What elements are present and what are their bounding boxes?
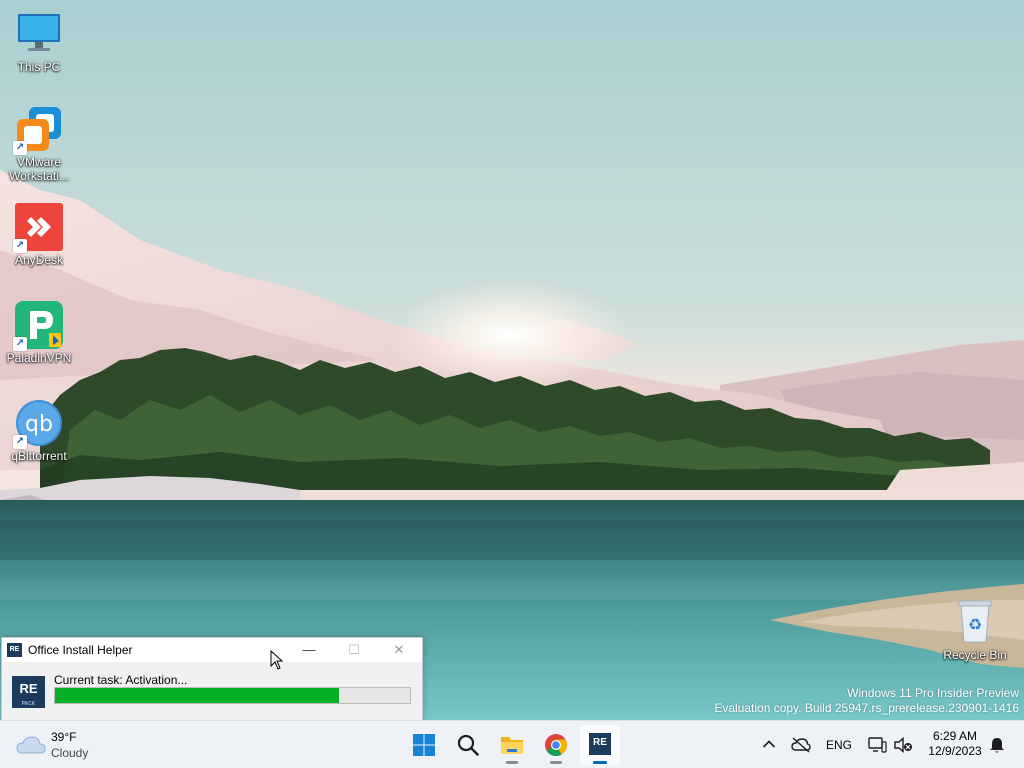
notifications-button[interactable]	[987, 733, 1007, 757]
folder-icon	[501, 737, 523, 754]
cloud-off-icon	[791, 737, 811, 753]
network-button[interactable]	[866, 733, 888, 757]
chevron-up-icon	[762, 740, 776, 748]
chrome-button[interactable]	[536, 725, 576, 765]
maximize-button[interactable]: ☐	[331, 638, 377, 662]
windows-watermark: Windows 11 Pro Insider Preview Evaluatio…	[714, 686, 1019, 716]
watermark-edition: Windows 11 Pro Insider Preview	[847, 686, 1019, 700]
clock-time: 6:29 AM	[932, 729, 978, 743]
desktop-icon-anydesk[interactable]: ↗ AnyDesk	[0, 203, 78, 267]
anydesk-icon: ↗	[13, 203, 63, 253]
mouse-cursor-icon	[270, 650, 284, 670]
cloud-icon	[16, 736, 46, 754]
input-language-button[interactable]: ENG	[826, 733, 854, 757]
active-indicator	[593, 761, 607, 764]
chrome-icon	[545, 734, 567, 756]
desktop-icon-label: AnyDesk	[14, 253, 64, 267]
notification-bell-icon	[990, 738, 1004, 753]
vmware-icon: ↗	[13, 105, 63, 155]
office-install-helper-window[interactable]: RE Office Install Helper — ☐ ✕ RE PACK C…	[1, 637, 423, 721]
running-indicator	[550, 761, 562, 764]
clock-date: 12/9/2023	[928, 744, 982, 758]
weather-temperature: 39°F	[51, 730, 77, 744]
monitor-icon	[15, 10, 63, 58]
repack-logo-icon: RE PACK	[12, 676, 45, 708]
file-explorer-button[interactable]	[492, 725, 532, 765]
desktop-icon-label: VMware Workstati...	[9, 155, 69, 183]
shortcut-arrow-icon: ↗	[13, 435, 27, 449]
close-button[interactable]: ✕	[376, 638, 422, 662]
taskbar: 39°F Cloudy RE ENG 6:29 AM 12/9/2023	[0, 720, 1024, 768]
running-indicator	[506, 761, 518, 764]
desktop-icon-this-pc[interactable]: This PC	[0, 10, 78, 74]
paladinvpn-icon: ↗	[13, 301, 63, 351]
watermark-build: Evaluation copy. Build 25947.rs_prerelea…	[714, 701, 1019, 715]
desktop-icon-label: PaladinVPN	[6, 351, 72, 365]
desktop-icon-label: qBittorrent	[11, 449, 67, 463]
desktop-wallpaper	[0, 0, 1024, 720]
desktop-icon-label: This PC	[17, 60, 61, 74]
svg-text:qb: qb	[25, 412, 53, 437]
desktop-icon-recycle-bin[interactable]: ♻ Recycle Bin	[936, 598, 1014, 662]
progress-fill	[55, 688, 339, 703]
network-icon	[868, 737, 887, 753]
desktop-icon-label: Recycle Bin	[943, 648, 1007, 662]
weather-widget[interactable]: 39°F Cloudy	[14, 727, 124, 763]
current-task-label: Current task: Activation...	[54, 673, 188, 687]
volume-muted-icon	[894, 737, 912, 753]
volume-button[interactable]	[892, 733, 914, 757]
desktop-icon-paladinvpn[interactable]: ↗ PaladinVPN	[0, 301, 78, 365]
window-titlebar[interactable]: RE Office Install Helper — ☐ ✕	[2, 638, 422, 662]
recycle-bin-icon: ♻	[951, 598, 999, 646]
shortcut-arrow-icon: ↗	[13, 239, 27, 253]
svg-text:♻: ♻	[968, 615, 982, 634]
onedrive-button[interactable]	[790, 733, 812, 757]
minimize-button[interactable]: —	[286, 638, 332, 662]
repack-logo-text: RE	[19, 681, 38, 696]
shortcut-arrow-icon: ↗	[13, 141, 27, 155]
app-icon: RE	[7, 643, 22, 657]
search-button[interactable]	[448, 725, 488, 765]
repack-icon: RE	[589, 733, 611, 755]
show-hidden-icons-button[interactable]	[760, 733, 778, 757]
shortcut-arrow-icon: ↗	[13, 337, 27, 351]
office-install-helper-taskbar-button[interactable]: RE	[580, 725, 620, 765]
desktop-icon-vmware[interactable]: ↗ VMware Workstati...	[0, 105, 78, 183]
window-title: Office Install Helper	[28, 643, 133, 657]
search-icon	[457, 734, 479, 756]
qbittorrent-icon: qb ↗	[13, 399, 63, 449]
weather-condition: Cloudy	[51, 746, 89, 760]
repack-logo-subtext: PACK	[21, 701, 36, 707]
windows-start-icon	[413, 734, 435, 756]
install-progress-bar	[54, 687, 411, 704]
start-button[interactable]	[404, 725, 444, 765]
desktop-icon-qbittorrent[interactable]: qb ↗ qBittorrent	[0, 399, 78, 463]
taskbar-clock[interactable]: 6:29 AM 12/9/2023	[920, 729, 990, 759]
